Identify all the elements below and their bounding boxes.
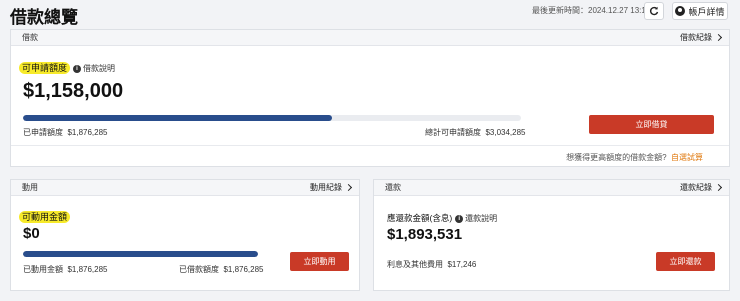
loan-available-row: 可申請額度 i 借款說明 [19, 61, 115, 74]
usage-borrowed-text: 已借款額度 $1,876,285 [179, 264, 264, 275]
loan-applied-value: $1,876,285 [67, 128, 108, 137]
loan-explain-link[interactable]: 借款說明 [83, 64, 115, 73]
repay-records-link[interactable]: 還款紀錄 [680, 182, 723, 193]
repay-interest-text: 利息及其他費用 $17,246 [387, 259, 476, 270]
loan-progress-fill [23, 115, 332, 121]
chevron-right-icon [714, 183, 723, 192]
user-icon [675, 6, 686, 16]
usage-card-header: 動用 動用紀錄 [11, 180, 359, 196]
refresh-icon [649, 6, 659, 16]
loan-promo-text: 想獲得更高額度的借款金額? 自選試算 [566, 152, 703, 163]
repay-card-header: 還款 還款紀錄 [374, 180, 729, 196]
usage-used-label: 已動用金額 [23, 265, 63, 274]
loan-available-label: 可申請額度 [19, 62, 71, 74]
usage-records-label: 動用紀錄 [310, 183, 342, 192]
loan-available-amount: $1,158,000 [23, 80, 124, 102]
usage-progress-fill [23, 251, 258, 257]
usage-section-label: 動用 [22, 183, 38, 192]
loan-section-label: 借款 [22, 33, 38, 42]
promo-question: 想獲得更高額度的借款金額? [566, 153, 667, 162]
repay-section-label: 還款 [385, 183, 401, 192]
loan-total-label: 總計可申請額度 [425, 128, 481, 137]
loan-records-label: 借款紀錄 [680, 33, 712, 42]
repay-due-label: 應還款金額(含息) [387, 213, 453, 223]
use-now-button[interactable]: 立即動用 [290, 252, 349, 271]
repay-due-amount: $1,893,531 [387, 226, 463, 243]
repay-due-row: 應還款金額(含息) i 還款說明 [387, 212, 497, 224]
usage-card: 動用 動用紀錄 可動用金額 $0 已動用金額 $1,876,285 已借款額度 … [10, 179, 360, 291]
usage-available-amount: $0 [23, 225, 40, 242]
repay-interest-label: 利息及其他費用 [387, 260, 443, 269]
usage-borrowed-label: 已借款額度 [179, 265, 219, 274]
repay-explain-link[interactable]: 還款說明 [465, 214, 497, 223]
loan-applied-text: 已申請額度 $1,876,285 [23, 127, 108, 138]
info-icon[interactable]: i [455, 214, 464, 223]
usage-progress-bar [23, 251, 258, 257]
info-icon[interactable]: i [73, 64, 82, 73]
last-updated-text: 最後更新時間：2024.12.27 13:17 [532, 6, 651, 15]
loan-card: 借款 借款紀錄 可申請額度 i 借款說明 $1,158,000 已申請額度 $1,8… [10, 29, 730, 167]
usage-used-text: 已動用金額 $1,876,285 [23, 264, 108, 275]
repay-records-label: 還款紀錄 [680, 183, 712, 192]
borrow-now-button[interactable]: 立即借貸 [589, 115, 714, 134]
account-details-label: 帳戶詳情 [688, 6, 725, 17]
refresh-button[interactable] [644, 2, 664, 20]
repay-now-button[interactable]: 立即還款 [656, 252, 715, 271]
usage-available-row: 可動用金額 [19, 210, 71, 223]
usage-available-label: 可動用金額 [19, 211, 71, 223]
chevron-right-icon [714, 33, 723, 42]
loan-divider [11, 145, 729, 146]
promo-calc-link[interactable]: 自選試算 [671, 153, 703, 162]
loan-total-text: 總計可申請額度 $3,034,285 [425, 127, 526, 138]
repay-interest-value: $17,246 [447, 260, 477, 269]
loan-total-value: $3,034,285 [485, 128, 526, 137]
chevron-right-icon [344, 183, 353, 192]
usage-borrowed-value: $1,876,285 [223, 265, 264, 274]
loan-records-link[interactable]: 借款紀錄 [680, 32, 723, 43]
repay-card: 還款 還款紀錄 應還款金額(含息) i 還款說明 $1,893,531 利息及其他費… [373, 179, 730, 291]
loan-progress-bar [23, 115, 521, 121]
account-details-button[interactable]: 帳戶詳情 [672, 2, 728, 20]
loan-applied-label: 已申請額度 [23, 128, 63, 137]
usage-records-link[interactable]: 動用紀錄 [310, 182, 353, 193]
usage-used-value: $1,876,285 [67, 265, 108, 274]
page-title: 借款總覽 [10, 8, 78, 27]
loan-card-header: 借款 借款紀錄 [11, 30, 729, 46]
